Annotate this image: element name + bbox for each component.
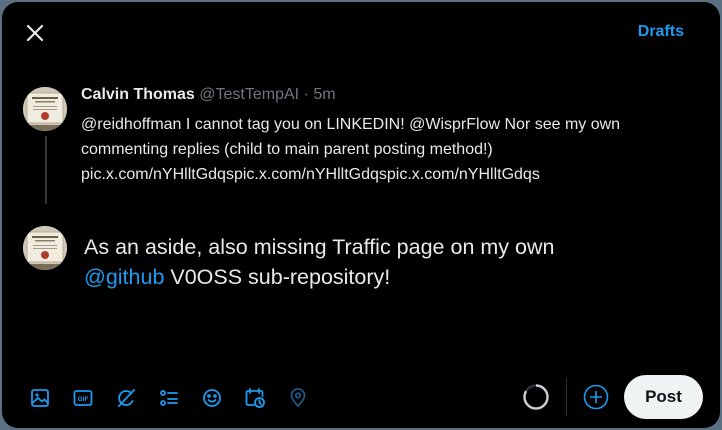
post-text-line: commenting replies (child to main parent… <box>81 141 493 158</box>
close-icon <box>26 24 44 42</box>
compose-line: @github V0OSS sub-repository! <box>84 262 704 292</box>
emoji-button[interactable] <box>196 382 228 414</box>
post-text-line: pic.x.com/nYHlltGdqspic.x.com/nYHlltGdqs… <box>81 166 540 183</box>
add-post-button[interactable] <box>581 382 611 412</box>
schedule-icon <box>245 388 265 408</box>
close-button[interactable] <box>18 16 52 50</box>
original-post-text: @reidhoffman I cannot tag you on LINKEDI… <box>81 112 706 187</box>
certificate-avatar-image <box>23 87 67 131</box>
thread-line <box>45 136 47 204</box>
compose-reply-modal: Drafts Calvin Thomas @TestTempAI · 5m @r… <box>2 2 720 428</box>
post-button[interactable]: Post <box>624 375 703 419</box>
compose-toolbar: GIF <box>24 382 314 414</box>
gif-button[interactable]: GIF <box>67 382 99 414</box>
image-icon <box>31 389 49 407</box>
drafts-button[interactable]: Drafts <box>638 23 684 41</box>
schedule-button[interactable] <box>239 382 271 414</box>
svg-text:GIF: GIF <box>78 396 89 403</box>
divider <box>566 378 567 416</box>
reply-header: Calvin Thomas @TestTempAI · 5m <box>81 86 336 104</box>
poll-icon <box>160 390 178 406</box>
author-name[interactable]: Calvin Thomas <box>81 86 195 103</box>
avatar[interactable] <box>23 87 67 131</box>
post-time[interactable]: 5m <box>313 86 335 103</box>
plus-circle-icon <box>583 384 609 410</box>
certificate-avatar-image <box>23 226 67 270</box>
mention-link[interactable]: @github <box>84 265 164 289</box>
user-avatar[interactable] <box>23 226 67 270</box>
compose-text-rest: V0OSS sub-repository! <box>164 265 391 289</box>
poll-button[interactable] <box>153 382 185 414</box>
author-handle[interactable]: @TestTempAI <box>199 86 299 103</box>
location-icon <box>290 388 306 408</box>
compose-line: As an aside, also missing Traffic page o… <box>84 235 555 259</box>
character-count-ring <box>523 384 549 410</box>
location-button[interactable] <box>282 382 314 414</box>
grok-button[interactable] <box>110 382 142 414</box>
emoji-icon <box>203 389 221 407</box>
post-controls: Post <box>521 375 703 419</box>
grok-icon <box>118 389 135 407</box>
post-text-line: @reidhoffman I cannot tag you on LINKEDI… <box>81 116 621 133</box>
separator-dot: · <box>303 86 309 103</box>
compose-textarea[interactable]: As an aside, also missing Traffic page o… <box>84 232 704 292</box>
gif-icon: GIF <box>73 390 93 406</box>
media-button[interactable] <box>24 382 56 414</box>
